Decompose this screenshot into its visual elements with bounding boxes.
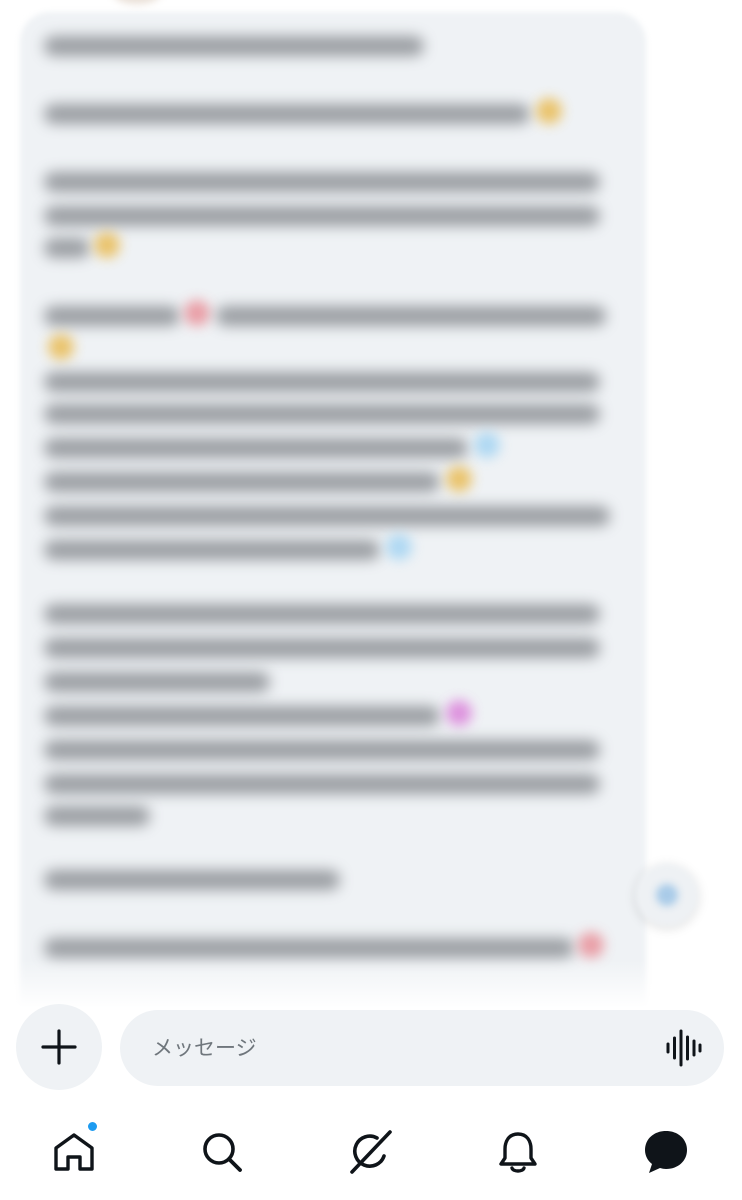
message-input[interactable]: [150, 1010, 630, 1086]
grok-icon: [350, 1130, 392, 1174]
sender-avatar: [112, 0, 162, 4]
waveform-icon: [666, 1029, 702, 1067]
voice-message-button[interactable]: [662, 1026, 706, 1070]
nav-messages[interactable]: [636, 1122, 696, 1182]
search-icon: [203, 1133, 242, 1172]
home-notification-badge: [86, 1120, 99, 1133]
nav-grok[interactable]: [340, 1122, 400, 1182]
home-icon: [54, 1133, 94, 1171]
messages-icon: [645, 1131, 687, 1173]
arrow-down-icon: [656, 884, 678, 906]
nav-notifications[interactable]: [488, 1122, 548, 1182]
dm-conversation-screen: [0, 0, 742, 1200]
bottom-navigation: [0, 1100, 742, 1200]
bell-icon: [499, 1132, 537, 1173]
message-composer: [120, 1010, 724, 1086]
plus-icon: [41, 1029, 77, 1065]
nav-search[interactable]: [192, 1122, 252, 1182]
add-media-button[interactable]: [16, 1004, 102, 1090]
